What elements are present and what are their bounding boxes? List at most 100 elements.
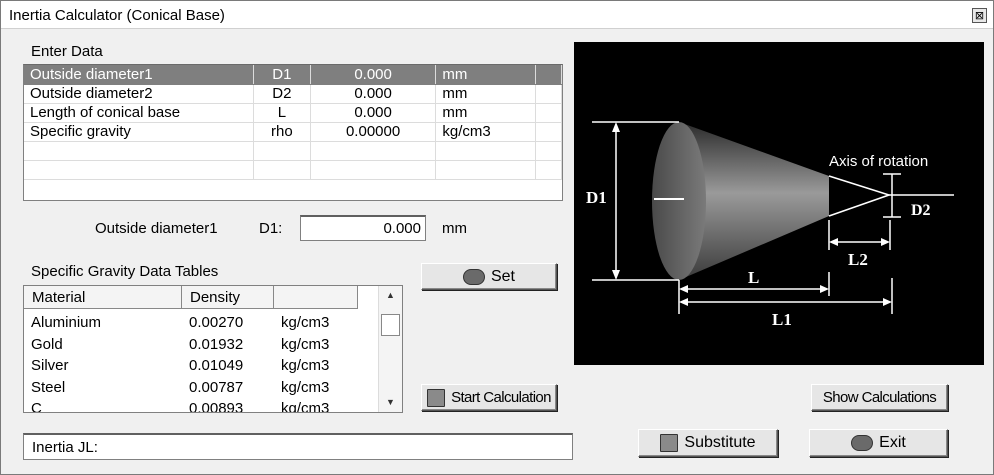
data-row[interactable]: Specific gravity rho 0.00000 kg/cm3 xyxy=(24,122,562,142)
enter-data-heading: Enter Data xyxy=(31,43,103,60)
inertia-result-label: Inertia JL: xyxy=(32,439,98,456)
data-row[interactable]: Length of conical base L 0.000 mm xyxy=(24,103,562,123)
l2-label: L2 xyxy=(848,250,868,269)
value-input[interactable]: 0.000 xyxy=(300,215,426,241)
material-density: 0.01049 xyxy=(189,357,244,374)
data-row[interactable] xyxy=(24,141,562,161)
calculator-icon xyxy=(427,388,446,407)
substitute-button[interactable]: Substitute xyxy=(638,429,778,457)
tip-taper xyxy=(828,175,892,217)
material-row[interactable]: C 0.00893 kg/cm3 xyxy=(24,400,379,413)
material-row[interactable]: Steel 0.00787 kg/cm3 xyxy=(24,379,379,401)
cell-unit[interactable]: mm xyxy=(435,103,537,123)
material-row[interactable]: Gold 0.01932 kg/cm3 xyxy=(24,336,379,358)
cell-unit[interactable] xyxy=(435,160,537,180)
material-unit: kg/cm3 xyxy=(281,357,330,374)
material-density: 0.00270 xyxy=(189,314,244,331)
cell-value[interactable] xyxy=(310,160,437,180)
start-calculation-button[interactable]: Start Calculation xyxy=(421,384,557,411)
material-material: Aluminium xyxy=(31,314,102,331)
exit-label: Exit xyxy=(879,434,906,451)
data-row[interactable] xyxy=(24,160,562,180)
hand-pointer-icon xyxy=(462,268,485,285)
exit-button[interactable]: Exit xyxy=(809,429,948,457)
cell-name[interactable]: Outside diameter1 xyxy=(24,65,254,85)
cell-name[interactable]: Length of conical base xyxy=(24,103,254,123)
material-material: Steel xyxy=(31,378,66,396)
gravity-table-scrollbar[interactable]: ▲ ▼ xyxy=(378,286,402,412)
axis-label: Axis of rotation xyxy=(829,153,928,170)
exit-hand-icon xyxy=(851,435,874,451)
edit-field-symbol: D1: xyxy=(259,220,283,237)
cell-empty[interactable] xyxy=(535,141,562,161)
column-header-material[interactable]: Material xyxy=(24,286,182,309)
show-calculations-button[interactable]: Show Calculations xyxy=(811,384,948,411)
cell-empty[interactable] xyxy=(535,122,562,142)
gravity-table-header: Material Density xyxy=(24,286,358,309)
set-button[interactable]: Set xyxy=(421,263,557,290)
show-calculations-label: Show Calculations xyxy=(822,389,937,406)
cell-empty[interactable] xyxy=(535,103,562,123)
cone-base xyxy=(652,122,706,280)
material-material: Gold xyxy=(31,335,63,353)
scroll-down-icon[interactable]: ▼ xyxy=(386,397,395,407)
cell-name[interactable] xyxy=(24,160,254,180)
material-unit: kg/cm3 xyxy=(281,378,330,396)
cell-value[interactable] xyxy=(310,141,437,161)
material-unit: kg/cm3 xyxy=(281,335,330,353)
cell-unit[interactable]: mm xyxy=(435,65,537,85)
scroll-thumb[interactable] xyxy=(381,314,400,336)
data-row[interactable]: Outside diameter2 D2 0.000 mm xyxy=(24,84,562,104)
material-row[interactable]: Silver 0.01049 kg/cm3 xyxy=(24,357,379,379)
cell-empty[interactable] xyxy=(535,84,562,104)
cell-symbol[interactable]: rho xyxy=(253,122,311,142)
d2-label: D2 xyxy=(911,202,931,219)
gravity-table[interactable]: Material Density Aluminium 0.00270 kg/cm3 G… xyxy=(23,285,403,413)
cell-symbol[interactable] xyxy=(253,141,311,161)
column-header-density[interactable]: Density xyxy=(182,286,274,309)
l-label: L xyxy=(748,268,759,287)
cell-value[interactable]: 0.000 xyxy=(310,65,437,85)
cell-empty[interactable] xyxy=(535,65,562,85)
title-bar: Inertia Calculator (Conical Base) ⊠ xyxy=(1,1,993,29)
column-header-unit[interactable] xyxy=(274,286,358,309)
edit-field-label: Outside diameter1 xyxy=(95,220,218,237)
material-density: 0.00893 xyxy=(189,400,244,413)
material-unit: kg/cm3 xyxy=(281,314,330,331)
l1-label: L1 xyxy=(772,310,792,329)
cell-unit[interactable]: mm xyxy=(435,84,537,104)
material-material: Silver xyxy=(31,357,69,374)
gravity-table-rows: Aluminium 0.00270 kg/cm3 Gold 0.01932 kg/cm3 S… xyxy=(24,314,379,413)
close-icon[interactable]: ⊠ xyxy=(972,8,987,23)
cell-unit[interactable] xyxy=(435,141,537,161)
cell-unit[interactable]: kg/cm3 xyxy=(435,122,537,142)
cell-name[interactable] xyxy=(24,141,254,161)
material-density: 0.00787 xyxy=(189,378,244,396)
cone-diagram-svg: D1 Axis of rotation D2 L2 L L1 xyxy=(586,121,954,329)
window-title: Inertia Calculator (Conical Base) xyxy=(9,7,225,24)
material-material: C xyxy=(31,400,42,413)
cell-value[interactable]: 0.000 xyxy=(310,84,437,104)
material-row[interactable]: Aluminium 0.00270 kg/cm3 xyxy=(24,314,379,336)
edit-field-unit: mm xyxy=(442,220,467,237)
app-window: Inertia Calculator (Conical Base) ⊠ Ente… xyxy=(0,0,994,475)
substitute-icon xyxy=(660,434,679,452)
cell-empty[interactable] xyxy=(535,160,562,180)
cell-symbol[interactable]: D2 xyxy=(253,84,311,104)
scroll-up-icon[interactable]: ▲ xyxy=(386,290,395,300)
data-row[interactable]: Outside diameter1 D1 0.000 mm xyxy=(24,65,562,85)
substitute-label: Substitute xyxy=(684,434,756,451)
cell-symbol[interactable]: L xyxy=(253,103,311,123)
cell-value[interactable]: 0.00000 xyxy=(310,122,437,142)
cell-name[interactable]: Outside diameter2 xyxy=(24,84,254,104)
material-unit: kg/cm3 xyxy=(281,400,330,413)
start-calculation-label: Start Calculation xyxy=(451,389,551,406)
cell-name[interactable]: Specific gravity xyxy=(24,122,254,142)
d1-label: D1 xyxy=(586,188,607,207)
enter-data-grid[interactable]: Outside diameter1 D1 0.000 mm Outside diamet… xyxy=(23,64,563,201)
cell-symbol[interactable]: D1 xyxy=(253,65,311,85)
cell-value[interactable]: 0.000 xyxy=(310,103,437,123)
set-button-label: Set xyxy=(490,267,515,285)
cell-symbol[interactable] xyxy=(253,160,311,180)
inertia-result-field: Inertia JL: xyxy=(23,433,573,460)
